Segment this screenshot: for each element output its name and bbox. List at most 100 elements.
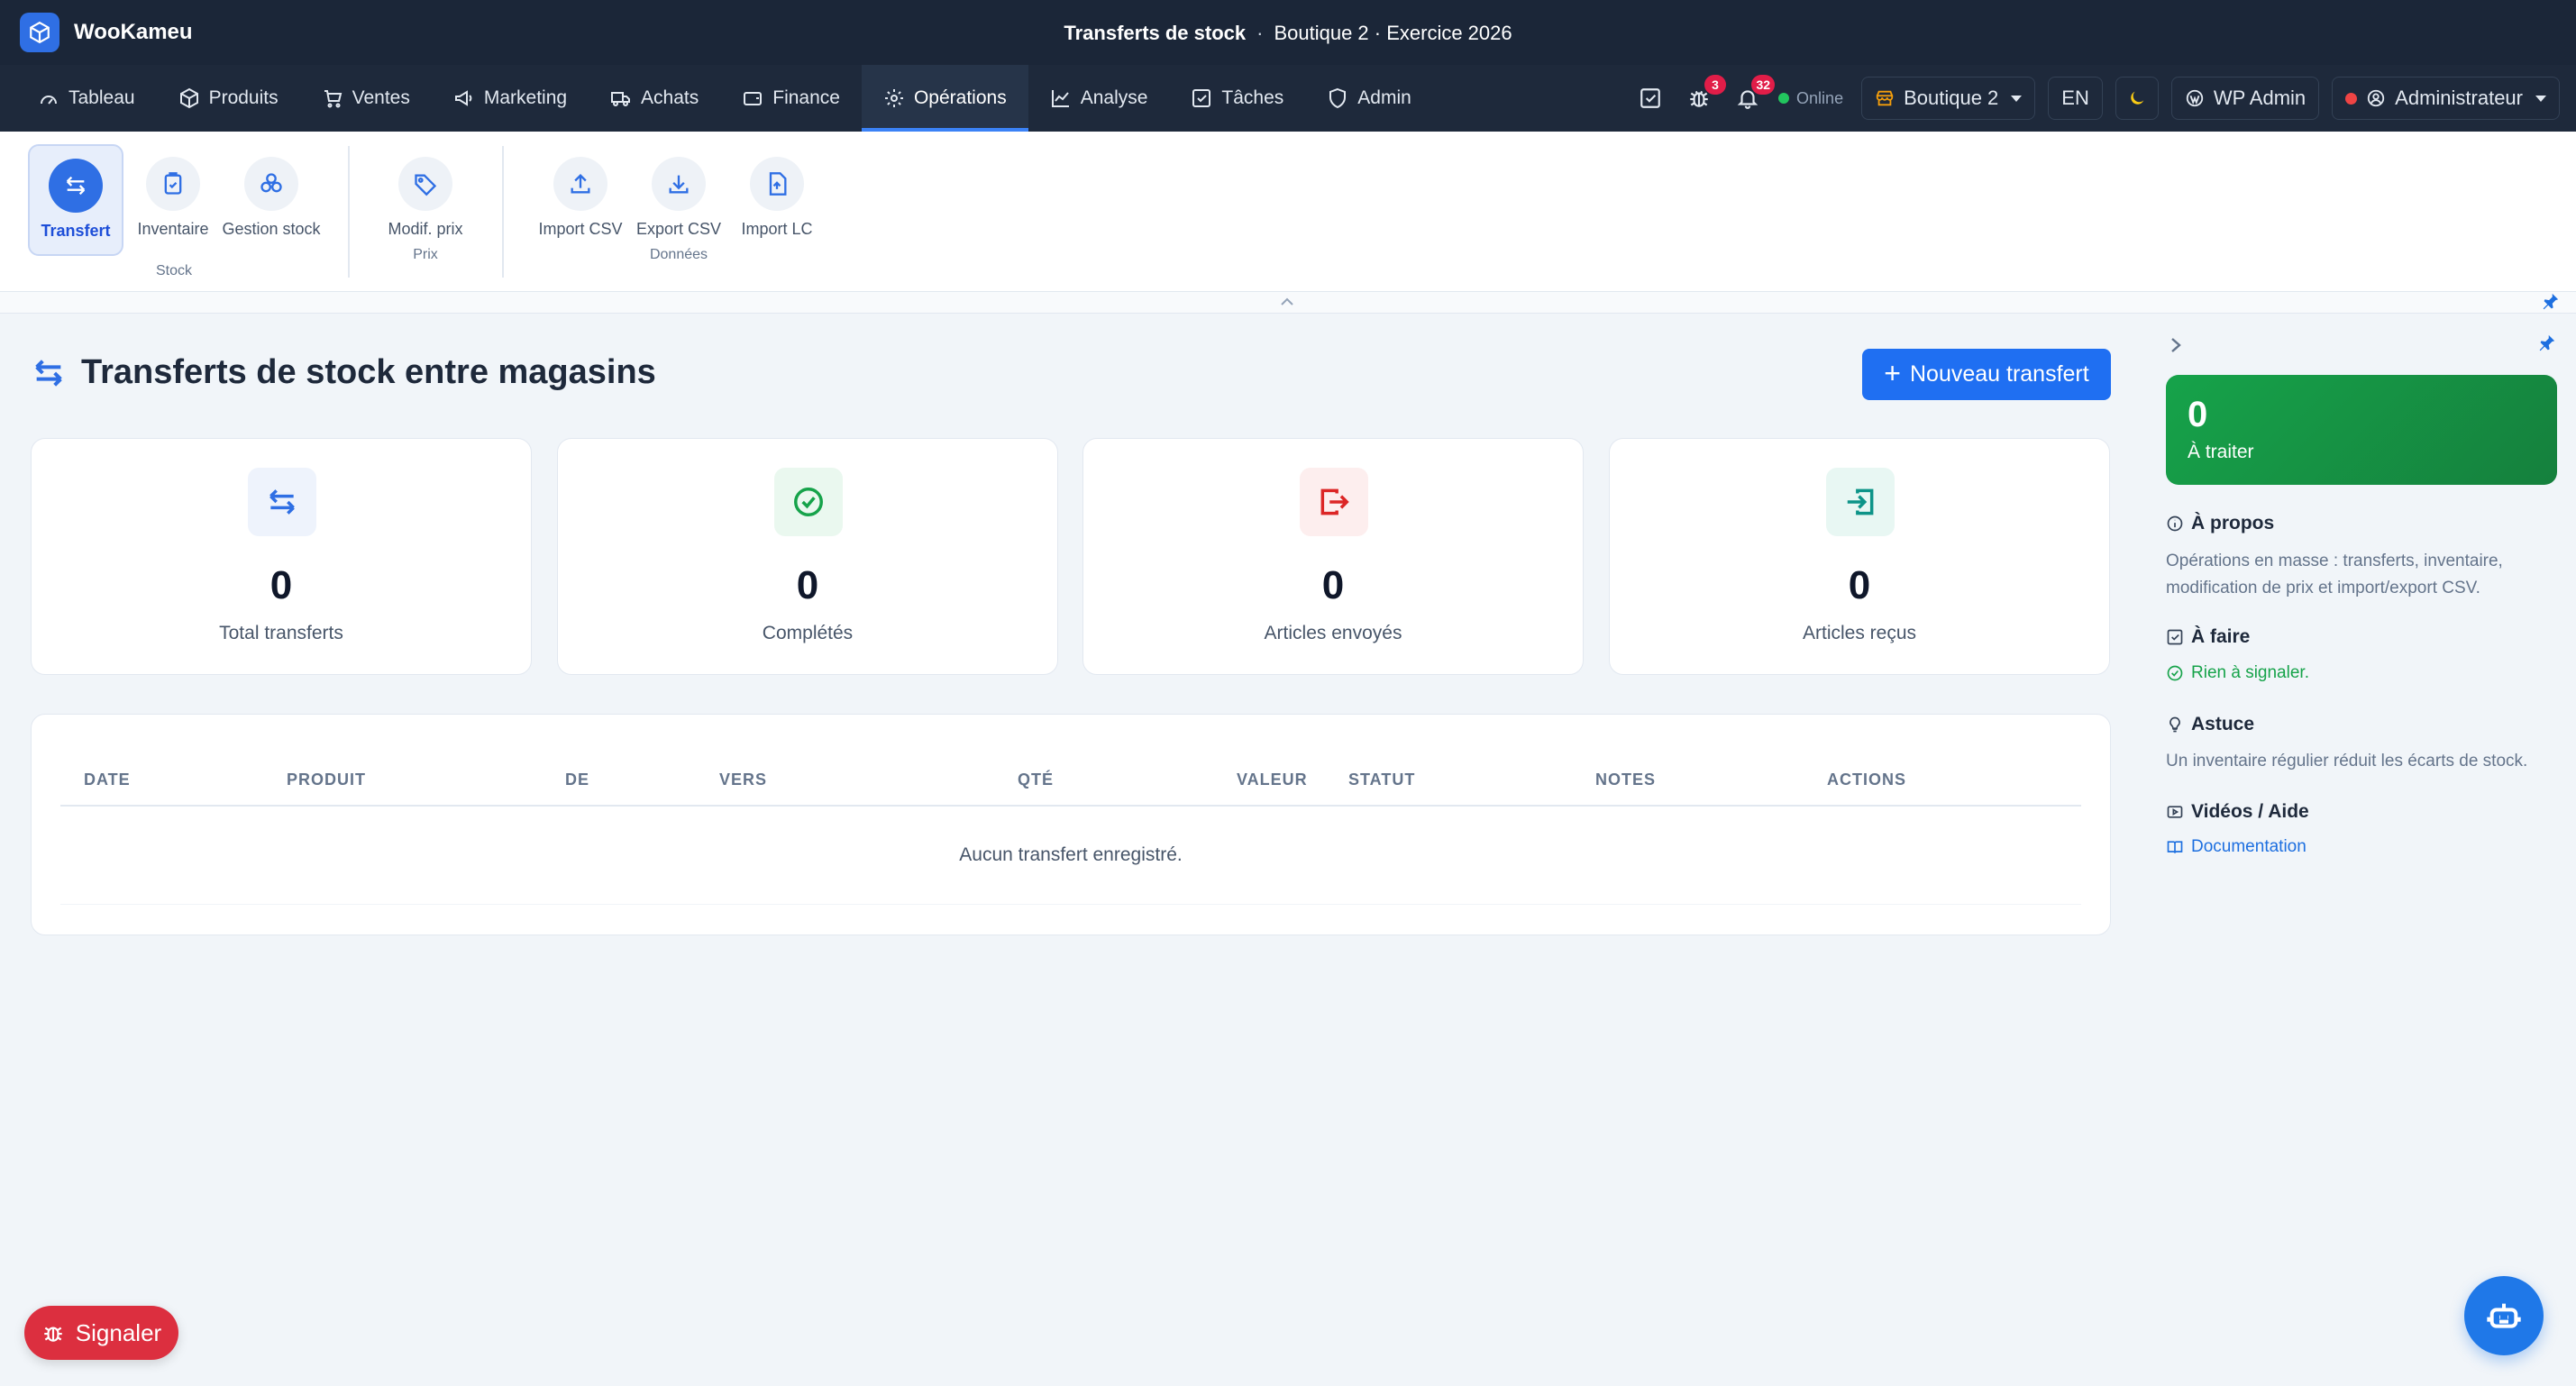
nav-item-tableau[interactable]: Tableau	[16, 65, 157, 132]
truck-icon	[611, 92, 631, 106]
pending-label: À traiter	[2188, 442, 2254, 462]
shield-icon	[1329, 87, 1347, 109]
table-row-divider	[60, 904, 2081, 905]
gauge-icon	[41, 96, 57, 105]
stat-label: Total transferts	[219, 623, 343, 643]
assistant-chat-button[interactable]	[2464, 1276, 2544, 1355]
todo-status: Rien à signaler.	[2166, 663, 2309, 683]
column-header-actions: ACTIONS	[1827, 771, 1906, 789]
language-toggle[interactable]: EN	[2048, 77, 2103, 120]
clipboard-check-icon	[164, 172, 182, 195]
tool-gestion-stock[interactable]: Gestion stock	[222, 144, 321, 256]
box-arrow-in-icon	[1847, 488, 1874, 515]
operations-ribbon: Transfert Inventaire Gestion stock Modif…	[0, 132, 2576, 292]
plus-icon: +	[1884, 357, 1901, 389]
stat-label: Articles reçus	[1802, 623, 1917, 643]
nav-item-finance[interactable]: Finance	[720, 65, 862, 132]
online-status: Online	[1778, 89, 1843, 108]
pending-card[interactable]: 0 À traiter	[2166, 375, 2557, 485]
bug-icon	[44, 1327, 62, 1342]
empty-state-message: Aucun transfert enregistré.	[959, 844, 1183, 865]
online-dot-icon	[1778, 93, 1790, 104]
nav-item-operations[interactable]: Opérations	[861, 65, 1028, 132]
tool-import-lc[interactable]: Import LC	[729, 144, 825, 256]
videos-heading: Vidéos / Aide	[2166, 801, 2309, 823]
box-arrow-out-icon	[1320, 488, 1349, 515]
report-bug-button[interactable]: Signaler	[24, 1306, 178, 1360]
nav-item-taches[interactable]: Tâches	[1169, 65, 1305, 132]
wordpress-icon	[2186, 89, 2204, 107]
robot-icon	[2487, 1303, 2521, 1328]
check-square-icon	[1640, 88, 1660, 108]
chevron-up-icon	[1281, 297, 1293, 305]
nav-item-produits[interactable]: Produits	[157, 65, 300, 132]
check-circle-icon	[794, 488, 823, 516]
user-circle-icon	[2367, 89, 2385, 107]
tasks-check-button[interactable]	[1632, 80, 1668, 116]
bug-report-button[interactable]: 3	[1681, 75, 1727, 116]
box-icon	[179, 87, 198, 109]
nav-item-admin[interactable]: Admin	[1305, 65, 1433, 132]
wp-admin-link[interactable]: WP Admin	[2170, 77, 2320, 120]
tool-export-csv[interactable]: Export CSV	[631, 144, 726, 256]
transfer-arrows-icon	[269, 489, 295, 515]
user-menu[interactable]: Administrateur	[2332, 77, 2560, 120]
column-header-date[interactable]: DATE	[84, 771, 131, 789]
column-header-vers[interactable]: VERS	[719, 771, 767, 789]
nav-item-marketing[interactable]: Marketing	[432, 65, 589, 132]
tool-inventaire[interactable]: Inventaire	[125, 144, 221, 256]
moon-icon	[2131, 91, 2144, 105]
chevron-right-icon[interactable]	[2167, 335, 2185, 355]
notifications-button[interactable]: 32	[1730, 75, 1776, 116]
column-header-qte[interactable]: QTÉ	[1018, 771, 1054, 789]
stat-value: 0	[796, 563, 819, 607]
stat-label: Articles envoyés	[1264, 623, 1402, 643]
upload-icon	[571, 174, 590, 194]
wallet-icon	[744, 92, 763, 105]
nav-item-ventes[interactable]: Ventes	[300, 65, 432, 132]
store-selector[interactable]: Boutique 2	[1861, 77, 2036, 120]
dark-mode-toggle[interactable]	[2115, 77, 2159, 120]
column-header-statut[interactable]: STATUT	[1348, 771, 1415, 789]
documentation-link[interactable]: Documentation	[2166, 837, 2307, 857]
stat-value: 0	[269, 563, 293, 607]
about-heading: À propos	[2166, 513, 2274, 534]
status-dot-icon	[2345, 92, 2358, 105]
stat-card-items-received: 0 Articles reçus	[1609, 438, 2110, 675]
bug-badge: 3	[1704, 75, 1727, 95]
checkbox-icon	[1192, 89, 1211, 107]
pending-count: 0	[2188, 395, 2208, 434]
nav-item-analyse[interactable]: Analyse	[1028, 65, 1170, 132]
stat-card-total-transfers: 0 Total transferts	[31, 438, 532, 675]
column-header-de[interactable]: DE	[565, 771, 589, 789]
transfers-table: DATE PRODUIT DE VERS QTÉ VALEUR STATUT N…	[31, 714, 2111, 935]
notifications-badge: 32	[1751, 75, 1776, 95]
column-header-produit[interactable]: PRODUIT	[287, 771, 366, 789]
transfer-arrows-icon	[35, 359, 62, 387]
ribbon-collapse-toggle[interactable]	[0, 292, 2576, 314]
main-nav: Tableau Produits Ventes Marketing Achats…	[16, 65, 1433, 132]
column-header-notes[interactable]: NOTES	[1595, 771, 1656, 789]
column-header-valeur[interactable]: VALEUR	[1237, 771, 1308, 789]
stat-label: Complétés	[762, 623, 854, 643]
window-title-context: Boutique 2 · Exercice 2026	[1274, 22, 1512, 44]
stat-value: 0	[1848, 563, 1871, 607]
megaphone-icon	[454, 90, 472, 106]
tool-import-csv[interactable]: Import CSV	[533, 144, 628, 256]
info-icon	[2167, 515, 2183, 532]
cart-icon	[324, 90, 342, 108]
pin-icon[interactable]	[2536, 333, 2556, 353]
download-icon	[669, 175, 689, 194]
tool-modif-prix[interactable]: Modif. prix	[378, 144, 473, 256]
stat-card-completed: 0 Complétés	[557, 438, 1058, 675]
transfer-arrows-icon	[66, 176, 86, 196]
nav-item-achats[interactable]: Achats	[589, 65, 720, 132]
tip-heading: Astuce	[2166, 714, 2254, 735]
group-label-prix: Prix	[413, 247, 438, 262]
stat-card-items-sent: 0 Articles envoyés	[1082, 438, 1584, 675]
chevron-down-icon	[2535, 95, 2546, 102]
new-transfer-button[interactable]: + Nouveau transfert	[1862, 349, 2111, 400]
tool-transfert[interactable]: Transfert	[28, 144, 123, 256]
pin-icon[interactable]	[2540, 292, 2560, 312]
ribbon-divider	[502, 146, 504, 278]
